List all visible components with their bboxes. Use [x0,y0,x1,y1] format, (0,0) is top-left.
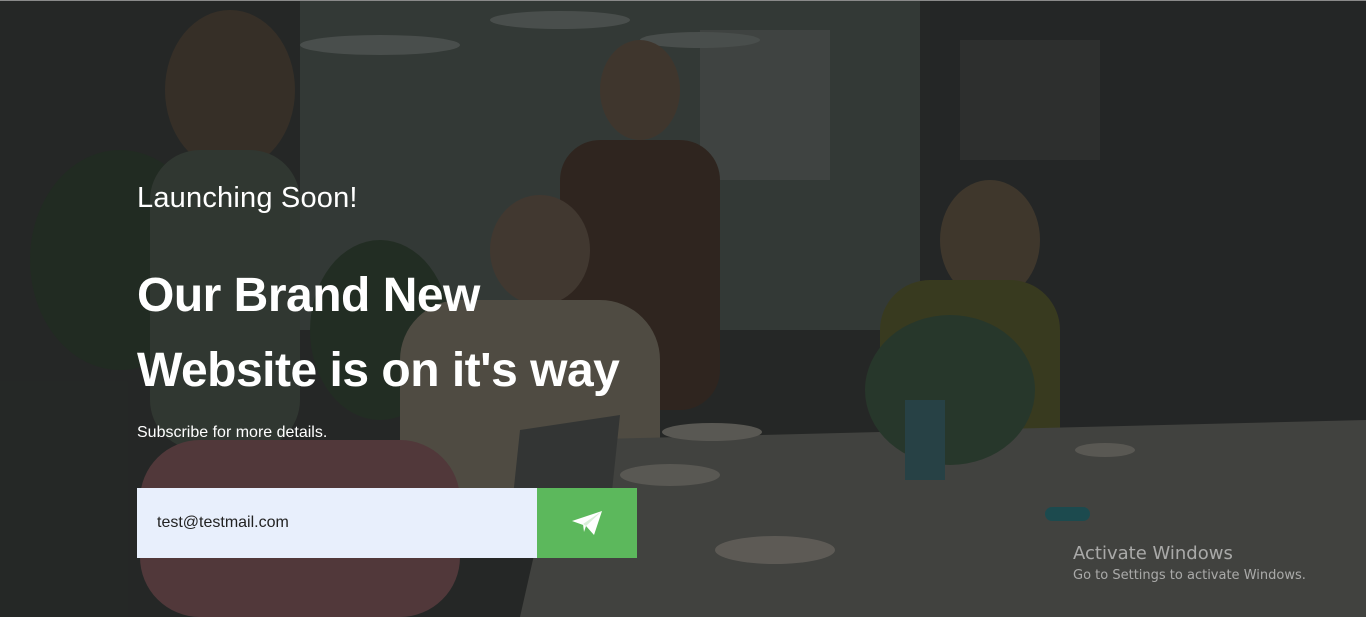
subscribe-form [137,488,637,558]
watermark-subtitle: Go to Settings to activate Windows. [1073,568,1306,583]
launch-eyebrow: Launching Soon! [137,182,358,214]
headline-line-2: Website is on it's way [137,344,620,397]
email-input[interactable] [137,488,537,558]
hero-content: Launching Soon! Our Brand New Website is… [137,176,757,444]
top-border [0,0,1366,1]
watermark-title: Activate Windows [1073,543,1233,564]
subscribe-subtext: Subscribe for more details. [137,424,328,441]
windows-activation-watermark: Activate Windows Go to Settings to activ… [1073,543,1306,587]
hero-section: Launching Soon! Our Brand New Website is… [0,0,1366,617]
paper-plane-icon [572,511,602,535]
subscribe-button[interactable] [537,488,637,558]
hero-headline: Our Brand New Website is on it's way [137,258,757,408]
headline-line-1: Our Brand New [137,269,480,322]
